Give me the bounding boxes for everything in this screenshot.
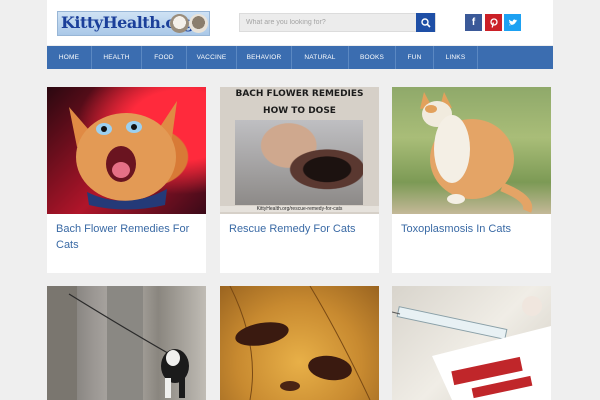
- article-thumbnail[interactable]: [392, 87, 551, 214]
- nav-item-books[interactable]: BOOKS: [349, 46, 396, 69]
- facebook-icon[interactable]: f: [465, 14, 482, 31]
- article-title[interactable]: Rescue Remedy For Cats: [229, 221, 371, 237]
- nav-item-home[interactable]: HOME: [47, 46, 92, 69]
- twitter-icon[interactable]: [504, 14, 521, 31]
- nav-item-health[interactable]: HEALTH: [92, 46, 142, 69]
- nav-item-natural[interactable]: NATURAL: [292, 46, 349, 69]
- search-button[interactable]: [416, 13, 435, 32]
- article-card[interactable]: [47, 286, 206, 400]
- nav-item-behavior[interactable]: BEHAVIOR: [237, 46, 292, 69]
- search-input[interactable]: [239, 13, 436, 32]
- article-card[interactable]: [392, 286, 551, 400]
- article-thumbnail[interactable]: [47, 286, 206, 400]
- article-card[interactable]: BACH FLOWER REMEDIES HOW TO DOSE KittyHe…: [220, 87, 379, 273]
- article-thumbnail[interactable]: [392, 286, 551, 400]
- article-thumbnail[interactable]: BACH FLOWER REMEDIES HOW TO DOSE KittyHe…: [220, 87, 379, 214]
- site-header: KittyHealth.org f: [47, 0, 553, 45]
- image-caption: KittyHealth.org/rescue-remedy-for-cats: [220, 206, 379, 212]
- logo-kitten-image: [170, 14, 189, 33]
- main-nav: HOME HEALTH FOOD VACCINE BEHAVIOR NATURA…: [47, 46, 553, 69]
- image-heading: BACH FLOWER REMEDIES: [235, 89, 364, 99]
- article-thumbnail[interactable]: [47, 87, 206, 214]
- dosing-photo: [235, 120, 363, 205]
- nav-item-food[interactable]: FOOD: [142, 46, 187, 69]
- pinterest-icon[interactable]: [485, 14, 502, 31]
- nav-item-vaccine[interactable]: VACCINE: [187, 46, 237, 69]
- nav-item-links[interactable]: LINKS: [434, 46, 478, 69]
- site-logo[interactable]: KittyHealth.org: [57, 11, 210, 36]
- article-thumbnail[interactable]: [220, 286, 379, 400]
- article-title[interactable]: Toxoplasmosis In Cats: [401, 221, 543, 237]
- nav-item-fun[interactable]: FUN: [396, 46, 434, 69]
- article-card[interactable]: Bach Flower Remedies For Cats: [47, 87, 206, 273]
- article-title[interactable]: Bach Flower Remedies For Cats: [56, 221, 198, 253]
- article-card[interactable]: Toxoplasmosis In Cats: [392, 87, 551, 273]
- search-icon: [420, 17, 431, 28]
- article-card[interactable]: [220, 286, 379, 400]
- logo-kitten-image: [189, 14, 208, 33]
- image-heading: HOW TO DOSE: [263, 106, 336, 116]
